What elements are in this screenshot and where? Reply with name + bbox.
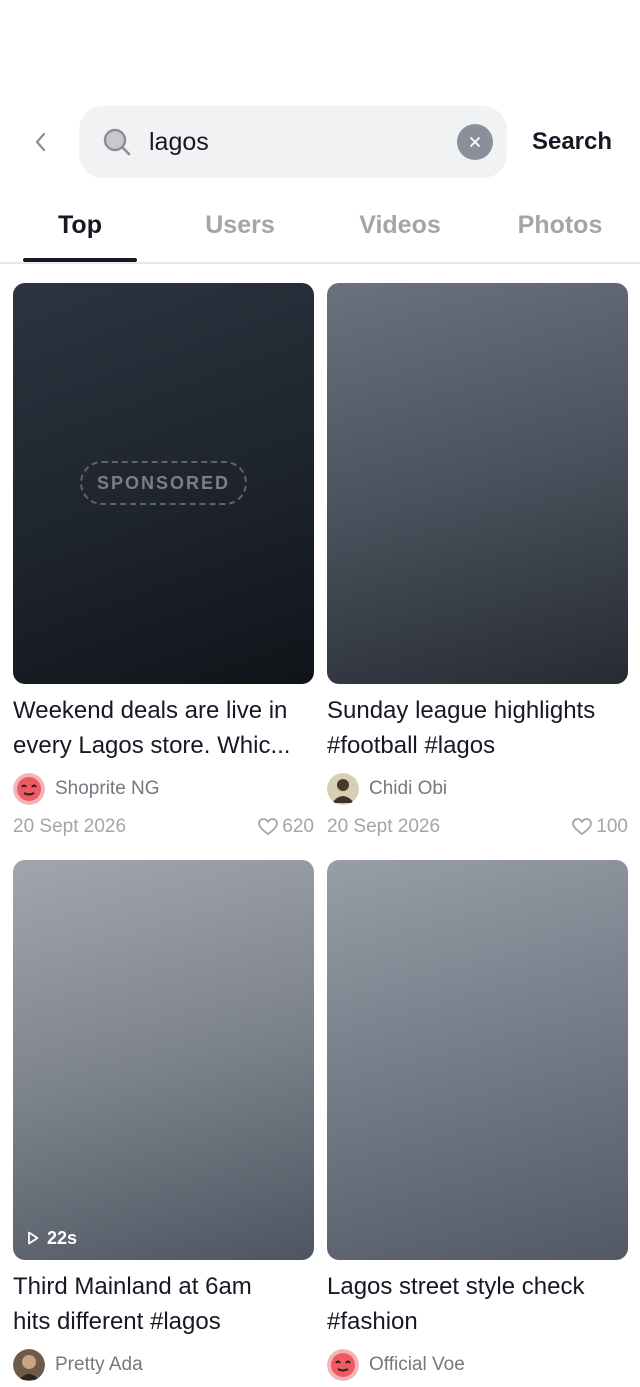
result-thumbnail[interactable] bbox=[327, 283, 628, 684]
heart-icon bbox=[258, 818, 279, 836]
search-button[interactable]: Search bbox=[522, 106, 622, 178]
caption-line: #football #lagos bbox=[327, 732, 496, 759]
result-tabs: Top Users Videos Photos bbox=[0, 188, 640, 264]
result-meta: 20 Sept 2026 620 bbox=[13, 814, 314, 840]
video-duration: 22s bbox=[27, 1226, 77, 1250]
like-count-value: 100 bbox=[596, 816, 628, 837]
result-caption: Third Mainland at 6am hits different #la… bbox=[13, 1269, 319, 1339]
result-thumbnail[interactable]: SPONSORED bbox=[13, 283, 314, 684]
author-row[interactable]: Shoprite NG bbox=[13, 773, 160, 805]
post-date: 20 Sept 2026 bbox=[327, 816, 441, 837]
like-count[interactable]: 100 bbox=[572, 814, 628, 840]
result-thumbnail[interactable]: 22s bbox=[13, 860, 314, 1260]
author-name: Chidi Obi bbox=[369, 778, 448, 799]
search-header: lagos Search bbox=[0, 106, 640, 178]
tab-label: Top bbox=[58, 211, 102, 239]
tab-photos[interactable]: Photos bbox=[480, 188, 640, 262]
author-row[interactable]: Official Voe bbox=[327, 1349, 465, 1381]
search-query[interactable]: lagos bbox=[149, 106, 209, 178]
result-caption: Weekend deals are live in every Lagos st… bbox=[13, 693, 319, 763]
author-row[interactable]: Pretty Ada bbox=[13, 1349, 143, 1381]
clear-search-button[interactable] bbox=[457, 124, 493, 160]
avatar[interactable] bbox=[327, 773, 359, 805]
search-icon bbox=[103, 128, 131, 156]
author-name: Shoprite NG bbox=[55, 778, 160, 799]
caption-line: Sunday league highlights bbox=[327, 697, 596, 724]
caption-line: #fashion bbox=[327, 1308, 418, 1335]
back-chevron-icon bbox=[35, 132, 46, 152]
caption-line: Third Mainland at 6am bbox=[13, 1273, 252, 1300]
caption-line: Weekend deals are live in bbox=[13, 697, 288, 724]
author-row[interactable]: Chidi Obi bbox=[327, 773, 447, 805]
tab-videos[interactable]: Videos bbox=[320, 188, 480, 262]
tab-label: Videos bbox=[359, 211, 441, 239]
play-icon bbox=[28, 1231, 39, 1245]
tab-users[interactable]: Users bbox=[160, 188, 320, 262]
clear-icon bbox=[470, 137, 480, 147]
result-thumbnail[interactable] bbox=[327, 860, 628, 1260]
back-button[interactable] bbox=[24, 126, 56, 158]
avatar[interactable] bbox=[13, 773, 45, 805]
result-caption: Sunday league highlights #football #lago… bbox=[327, 693, 633, 763]
active-tab-indicator bbox=[23, 258, 137, 262]
author-name: Official Voe bbox=[369, 1354, 465, 1375]
sponsored-badge: SPONSORED bbox=[80, 461, 247, 505]
caption-line: Lagos street style check bbox=[327, 1273, 585, 1300]
tab-label: Users bbox=[205, 211, 275, 239]
result-meta: 20 Sept 2026 100 bbox=[327, 814, 628, 840]
heart-icon bbox=[572, 818, 593, 836]
duration-label: 22s bbox=[47, 1227, 78, 1248]
caption-line: hits different #lagos bbox=[13, 1308, 221, 1335]
avatar[interactable] bbox=[327, 1349, 359, 1381]
result-caption: Lagos street style check #fashion bbox=[327, 1269, 633, 1339]
avatar[interactable] bbox=[13, 1349, 45, 1381]
like-count[interactable]: 620 bbox=[258, 814, 314, 840]
tab-top[interactable]: Top bbox=[0, 188, 160, 262]
caption-line: every Lagos store. Whic... bbox=[13, 732, 291, 759]
author-name: Pretty Ada bbox=[55, 1354, 143, 1375]
post-date: 20 Sept 2026 bbox=[13, 816, 127, 837]
like-count-value: 620 bbox=[282, 816, 314, 837]
search-input[interactable]: lagos bbox=[79, 106, 507, 178]
tab-label: Photos bbox=[517, 211, 603, 239]
